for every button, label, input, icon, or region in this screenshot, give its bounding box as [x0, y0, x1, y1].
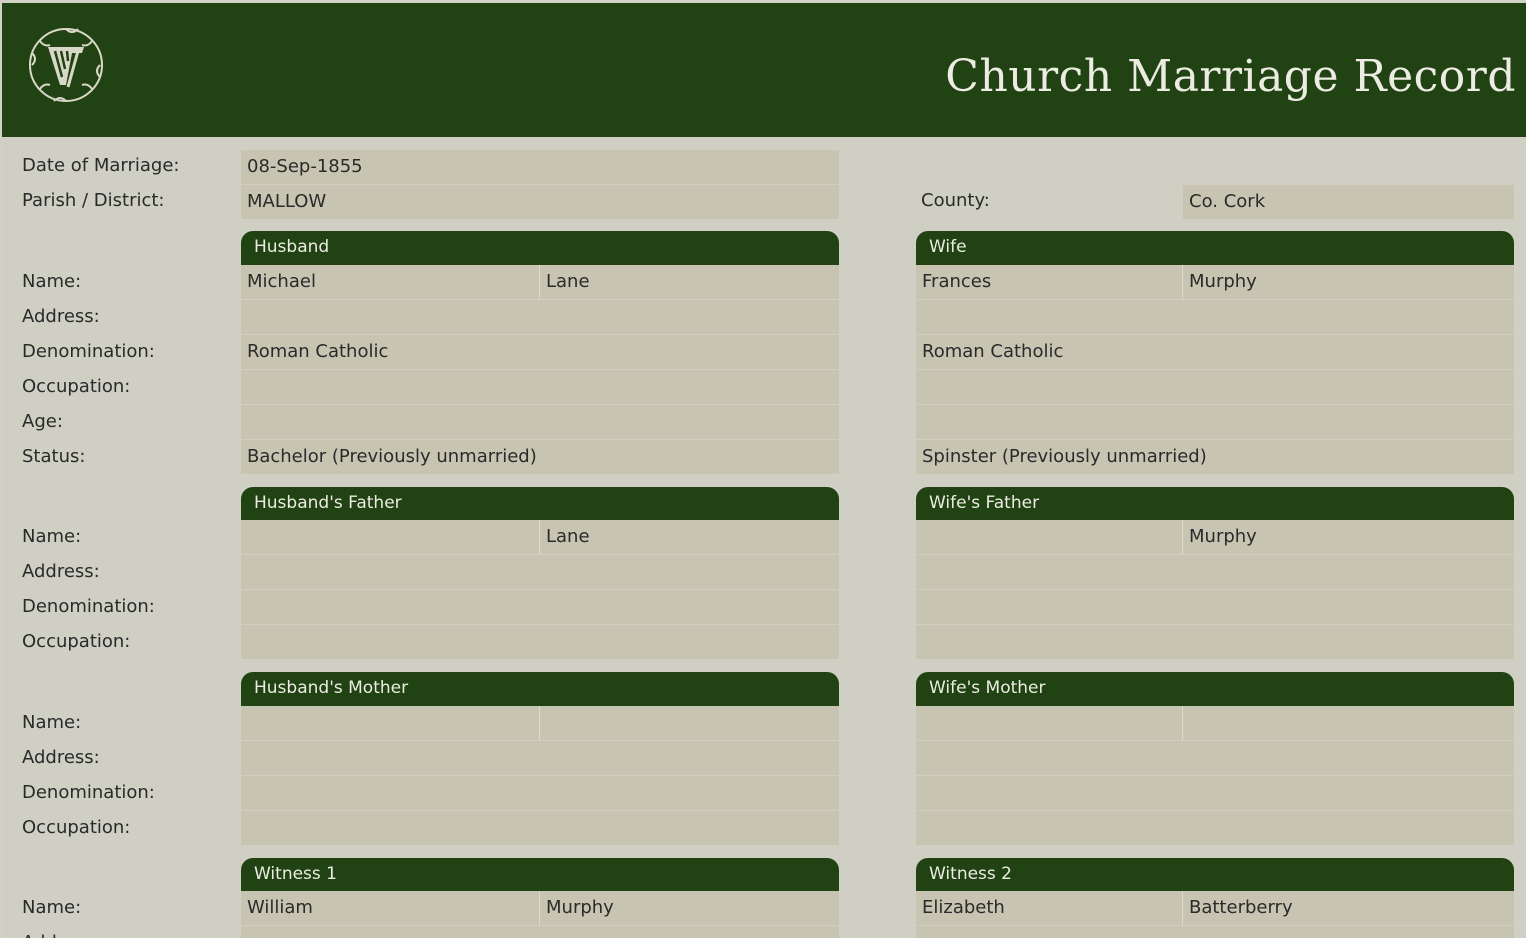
- wife-father-occupation: [916, 625, 1514, 659]
- wife-mother-denomination: [916, 776, 1514, 810]
- parish-field: MALLOW: [241, 185, 839, 219]
- husband-age-label: Age:: [22, 411, 63, 432]
- wife-mother-last-name: [1183, 706, 1514, 740]
- husband-address-label: Address:: [22, 306, 100, 327]
- husband-status-label: Status:: [22, 446, 86, 467]
- page-title: Church Marriage Record: [945, 51, 1516, 102]
- wife-address: [916, 300, 1514, 334]
- wife-last-name: Murphy: [1183, 265, 1514, 299]
- harp-emblem-icon: [29, 28, 103, 102]
- witness-name-label: Name:: [22, 897, 82, 918]
- wife-mother-address: [916, 741, 1514, 775]
- wife-denomination: Roman Catholic: [916, 335, 1514, 369]
- record-page: Church Marriage Record Date of Marriage:…: [2, 3, 1526, 938]
- witness2-address: [916, 926, 1514, 938]
- witness2-last-name: Batterberry: [1183, 891, 1514, 925]
- husband-mother-occupation: [241, 811, 839, 845]
- father-address-label: Address:: [22, 561, 100, 582]
- parish-label: Parish / District:: [22, 190, 165, 211]
- husband-father-denomination: [241, 590, 839, 624]
- husband-last-name: Lane: [540, 265, 839, 299]
- husband-mother-address: [241, 741, 839, 775]
- father-name-label: Name:: [22, 526, 82, 547]
- wife-mother-occupation: [916, 811, 1514, 845]
- wife-section-header: Wife: [916, 231, 1514, 265]
- husband-denomination-label: Denomination:: [22, 341, 155, 362]
- husband-father-occupation: [241, 625, 839, 659]
- wife-age: [916, 405, 1514, 439]
- wife-occupation: [916, 370, 1514, 404]
- husband-mother-last-name: [540, 706, 839, 740]
- date-field: 08-Sep-1855: [241, 150, 839, 184]
- husband-status: Bachelor (Previously unmarried): [241, 440, 839, 474]
- witness1-address: [241, 926, 839, 938]
- witness1-last-name: Murphy: [540, 891, 839, 925]
- wife-mother-first-name: [916, 706, 1183, 740]
- date-label: Date of Marriage:: [22, 155, 180, 176]
- wife-mother-section-header: Wife's Mother: [916, 672, 1514, 706]
- husband-address: [241, 300, 839, 334]
- husband-denomination: Roman Catholic: [241, 335, 839, 369]
- husband-first-name: Michael: [241, 265, 540, 299]
- husband-occupation-label: Occupation:: [22, 376, 131, 397]
- witness2-first-name: Elizabeth: [916, 891, 1183, 925]
- wife-father-denomination: [916, 590, 1514, 624]
- mother-address-label: Address:: [22, 747, 100, 768]
- husband-section-header: Husband: [241, 231, 839, 265]
- wife-father-first-name: [916, 520, 1183, 554]
- witness1-first-name: William: [241, 891, 540, 925]
- mother-name-label: Name:: [22, 712, 82, 733]
- wife-father-section-header: Wife's Father: [916, 487, 1514, 521]
- husband-age: [241, 405, 839, 439]
- husband-father-first-name: [241, 520, 540, 554]
- witness2-section-header: Witness 2: [916, 858, 1514, 892]
- wife-first-name: Frances: [916, 265, 1183, 299]
- husband-mother-section-header: Husband's Mother: [241, 672, 839, 706]
- witness1-section-header: Witness 1: [241, 858, 839, 892]
- wife-father-last-name: Murphy: [1183, 520, 1514, 554]
- witness-address-label: Address:: [22, 926, 100, 938]
- county-field: Co. Cork: [1183, 185, 1514, 219]
- husband-mother-denomination: [241, 776, 839, 810]
- husband-father-section-header: Husband's Father: [241, 487, 839, 521]
- husband-occupation: [241, 370, 839, 404]
- header-bar: Church Marriage Record: [2, 3, 1526, 137]
- father-occupation-label: Occupation:: [22, 631, 131, 652]
- husband-father-address: [241, 555, 839, 589]
- wife-status: Spinster (Previously unmarried): [916, 440, 1514, 474]
- wife-father-address: [916, 555, 1514, 589]
- husband-name-label: Name:: [22, 271, 82, 292]
- mother-occupation-label: Occupation:: [22, 817, 131, 838]
- husband-father-last-name: Lane: [540, 520, 839, 554]
- father-denomination-label: Denomination:: [22, 596, 155, 617]
- husband-mother-first-name: [241, 706, 540, 740]
- county-label: County:: [921, 190, 990, 211]
- mother-denomination-label: Denomination:: [22, 782, 155, 803]
